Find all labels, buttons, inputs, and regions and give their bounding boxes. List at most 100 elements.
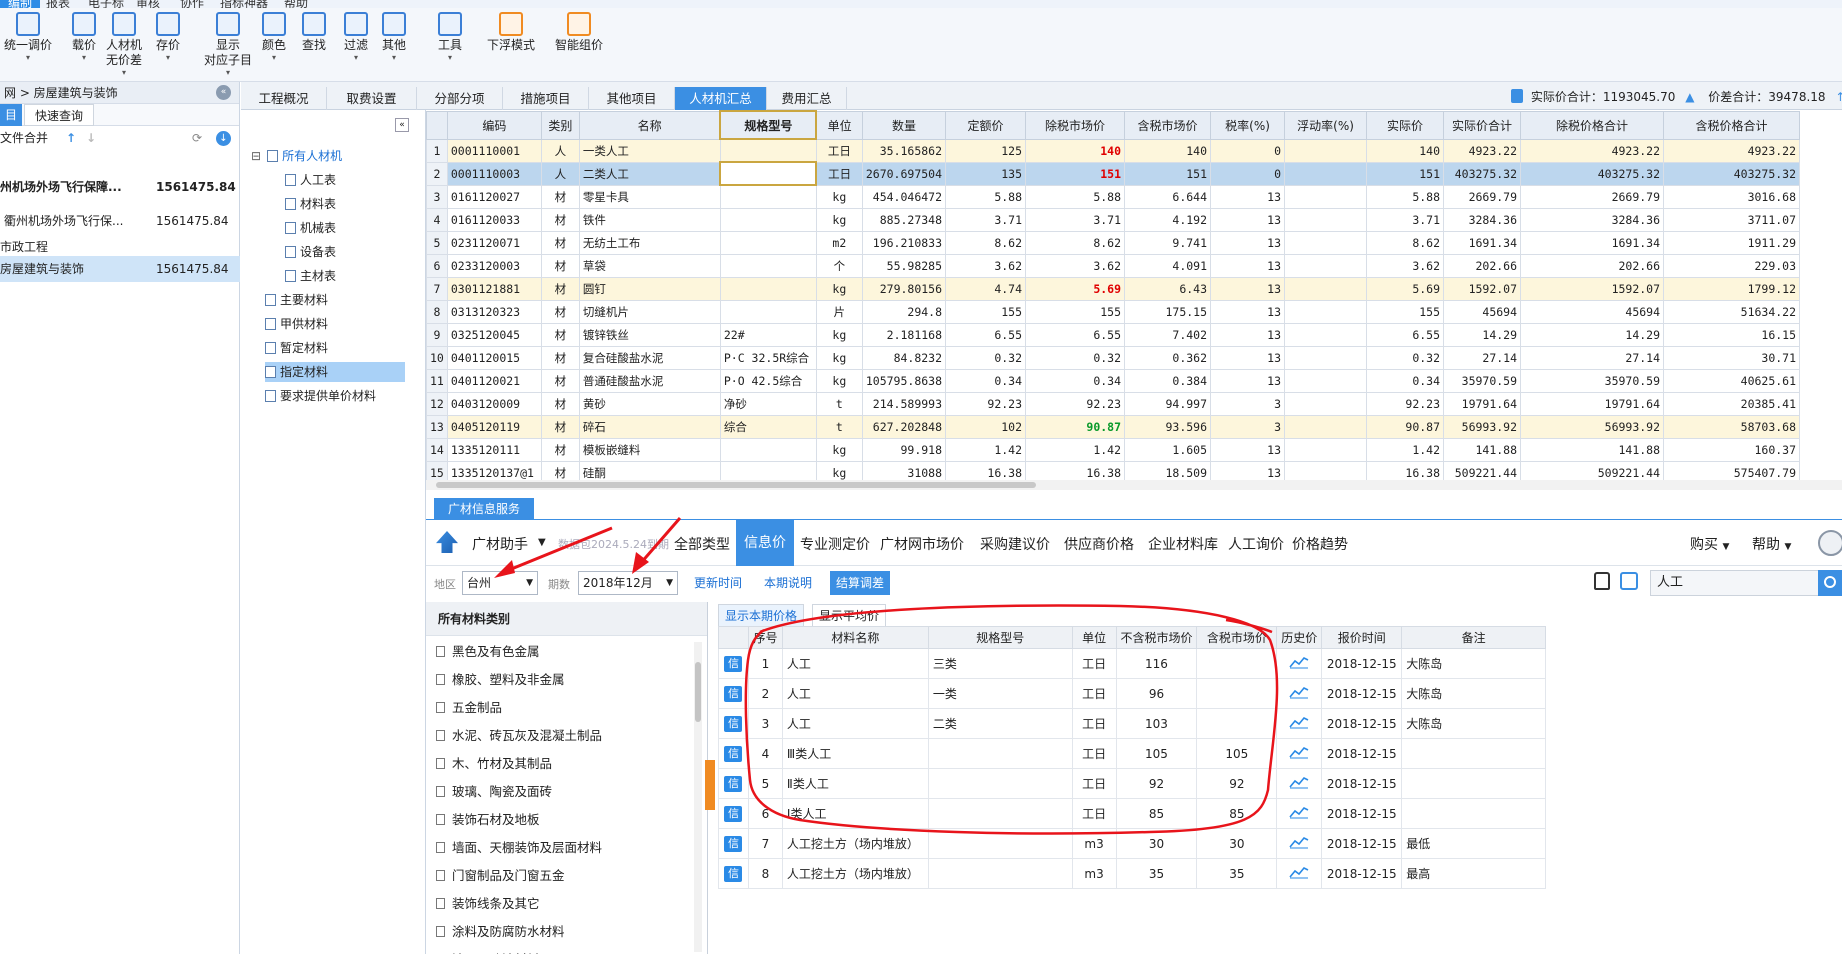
info-tag-icon[interactable]: 信 — [724, 835, 743, 852]
cell-code[interactable]: 0161120027 — [446, 184, 542, 209]
price-cell-ex[interactable]: 96 — [1115, 678, 1198, 709]
price-cell-spec[interactable] — [927, 858, 1073, 889]
price-cell-unit[interactable]: 工日 — [1071, 648, 1117, 679]
cell-name[interactable]: 铁件 — [578, 207, 721, 232]
category-item[interactable]: 装饰线条及其它 — [436, 890, 540, 918]
cell-cat[interactable]: 材 — [540, 345, 580, 370]
price-cell-n[interactable]: 7 — [747, 828, 783, 859]
price-cell-date[interactable]: 2018-12-15 — [1321, 858, 1403, 889]
expand-handle[interactable] — [705, 760, 715, 810]
tree-node[interactable]: ⊟ 所有人材机 — [251, 146, 342, 166]
trend-chart-icon[interactable] — [1289, 805, 1309, 819]
cell-code[interactable]: 0001110003 — [446, 161, 542, 186]
price-cell-spec[interactable] — [927, 738, 1073, 769]
cell-inc_sum[interactable]: 160.37 — [1663, 437, 1801, 462]
period-select[interactable]: 2018年12月 ▼ — [578, 571, 678, 595]
cell-actual[interactable]: 6.55 — [1366, 322, 1445, 347]
cell-cat[interactable]: 材 — [540, 299, 580, 324]
cell-actual[interactable]: 0.34 — [1366, 368, 1445, 393]
menu-item[interactable]: 电子标 — [88, 0, 124, 8]
column-header[interactable]: 规格型号 — [719, 110, 818, 140]
price-cell-date[interactable]: 2018-12-15 — [1321, 768, 1403, 799]
price-cell-ex[interactable]: 35 — [1115, 858, 1198, 889]
collapse-icon[interactable]: « — [216, 85, 231, 100]
cell-spec[interactable] — [719, 437, 817, 462]
cell-qty[interactable]: 55.98285 — [861, 253, 947, 278]
table-row[interactable]: 11 0401120021 材普通硅酸盐水泥 P·O 42.5综合 kg 105795.8… — [426, 368, 1801, 393]
table-row[interactable]: 1 0001110001 人一类人工 工日 35.165862 125 140 140 0 140… — [426, 138, 1801, 163]
cell-quota[interactable]: 125 — [945, 138, 1027, 163]
cell-qty[interactable]: 35.165862 — [861, 138, 947, 163]
cell-actual[interactable]: 1.42 — [1366, 437, 1445, 462]
price-cell-n[interactable]: 6 — [747, 798, 783, 829]
tab-average-price[interactable]: 显示平均价 — [812, 604, 887, 626]
cell-actual_sum[interactable]: 14.29 — [1443, 322, 1522, 347]
tab-main[interactable]: 措施项目 — [503, 87, 589, 110]
table-row[interactable]: 15 1335120137@1 材硅酮 kg 31088 16.38 16.38 18.509… — [426, 460, 1801, 480]
cell-unit[interactable]: kg — [815, 345, 863, 370]
cell-name[interactable]: 复合硅酸盐水泥 — [578, 345, 721, 370]
price-cell-ex[interactable]: 116 — [1115, 648, 1198, 679]
cell-ex_sum[interactable]: 509221.44 — [1520, 460, 1665, 480]
column-header[interactable]: 数量 — [861, 110, 947, 140]
price-column-header[interactable]: 报价时间 — [1321, 626, 1403, 649]
cell-unit[interactable]: m2 — [815, 230, 863, 255]
cell-quota[interactable]: 1.42 — [945, 437, 1027, 462]
price-cell-note[interactable] — [1401, 768, 1546, 799]
cell-ex_sum[interactable]: 45694 — [1520, 299, 1665, 324]
tab-quick-query[interactable]: 快速查询 — [24, 104, 94, 126]
price-cell-note[interactable] — [1401, 738, 1546, 769]
cell-tax[interactable]: 0 — [1210, 138, 1286, 163]
table-row[interactable]: 3 0161120027 材零星卡具 kg 454.046472 5.88 5.88 6.64… — [426, 184, 1801, 209]
buy-menu[interactable]: 购买 ▼ — [1690, 534, 1729, 554]
price-cell-inc[interactable]: 30 — [1196, 828, 1278, 859]
price-cell-spec[interactable] — [927, 768, 1073, 799]
cell-actual[interactable]: 0.32 — [1366, 345, 1445, 370]
save-price-button[interactable]: 存价 ▾ — [144, 12, 192, 62]
cell-float[interactable] — [1284, 391, 1368, 416]
cell-cat[interactable]: 人 — [540, 138, 580, 163]
trend-chart-icon[interactable] — [1289, 835, 1309, 849]
trend-chart-icon[interactable] — [1289, 655, 1309, 669]
price-column-header[interactable]: 材料名称 — [781, 626, 929, 649]
refresh-icon[interactable]: ⟳ — [192, 126, 202, 150]
assistant-name[interactable]: 广材助手 — [472, 534, 528, 554]
tool-button[interactable]: 工具 ▾ — [426, 12, 474, 62]
menu-item[interactable]: 审核 — [136, 0, 160, 8]
refresh-time-button[interactable]: 更新时间 — [688, 571, 748, 595]
cell-code[interactable]: 0401120015 — [446, 345, 542, 370]
assistant-nav-item[interactable]: 供应商价格 — [1064, 534, 1134, 554]
arrow-down-icon[interactable]: ↓ — [86, 126, 96, 150]
cell-inc_sum[interactable]: 229.03 — [1663, 253, 1801, 278]
cell-qty[interactable]: 105795.8638 — [861, 368, 947, 393]
cell-code[interactable]: 0001110001 — [446, 138, 542, 163]
price-cell-unit[interactable]: m3 — [1071, 858, 1117, 889]
cell-actual_sum[interactable]: 4923.22 — [1443, 138, 1522, 163]
cell-unit[interactable]: 个 — [815, 253, 863, 278]
menu-item[interactable]: 报表 — [46, 0, 70, 8]
price-cell-name[interactable]: Ⅱ类人工 — [781, 768, 929, 799]
cell-inc[interactable]: 6.43 — [1124, 276, 1212, 301]
cell-float[interactable] — [1284, 322, 1368, 347]
price-cell-unit[interactable]: m3 — [1071, 828, 1117, 859]
lock-icon[interactable] — [1594, 572, 1610, 590]
table-row[interactable]: 10 0401120015 材复合硅酸盐水泥 P·C 32.5R综合 kg 84.8232… — [426, 345, 1801, 370]
search-icon[interactable] — [1818, 570, 1842, 596]
price-cell-name[interactable]: 人工 — [781, 648, 929, 679]
cell-unit[interactable]: kg — [815, 460, 863, 480]
cell-qty[interactable]: 294.8 — [861, 299, 947, 324]
tree-node[interactable]: 设备表 — [285, 242, 336, 262]
tab-main[interactable]: 工程概况 — [241, 87, 327, 110]
cell-ex_sum[interactable]: 141.88 — [1520, 437, 1665, 462]
table-row[interactable]: 9 0325120045 材镀锌铁丝 22# kg 2.181168 6.55 6.55 7.4… — [426, 322, 1801, 347]
price-cell-inc[interactable] — [1196, 678, 1278, 709]
cell-ex_sum[interactable]: 56993.92 — [1520, 414, 1665, 439]
cell-float[interactable] — [1284, 299, 1368, 324]
cell-inc[interactable]: 151 — [1124, 161, 1212, 186]
cell-spec[interactable]: P·O 42.5综合 — [719, 368, 817, 393]
cell-ex_sum[interactable]: 14.29 — [1520, 322, 1665, 347]
cell-inc_sum[interactable]: 20385.41 — [1663, 391, 1801, 416]
cell-code[interactable]: 0313120323 — [446, 299, 542, 324]
cell-qty[interactable]: 279.80156 — [861, 276, 947, 301]
tab-main[interactable]: 人材机汇总 — [675, 87, 767, 110]
